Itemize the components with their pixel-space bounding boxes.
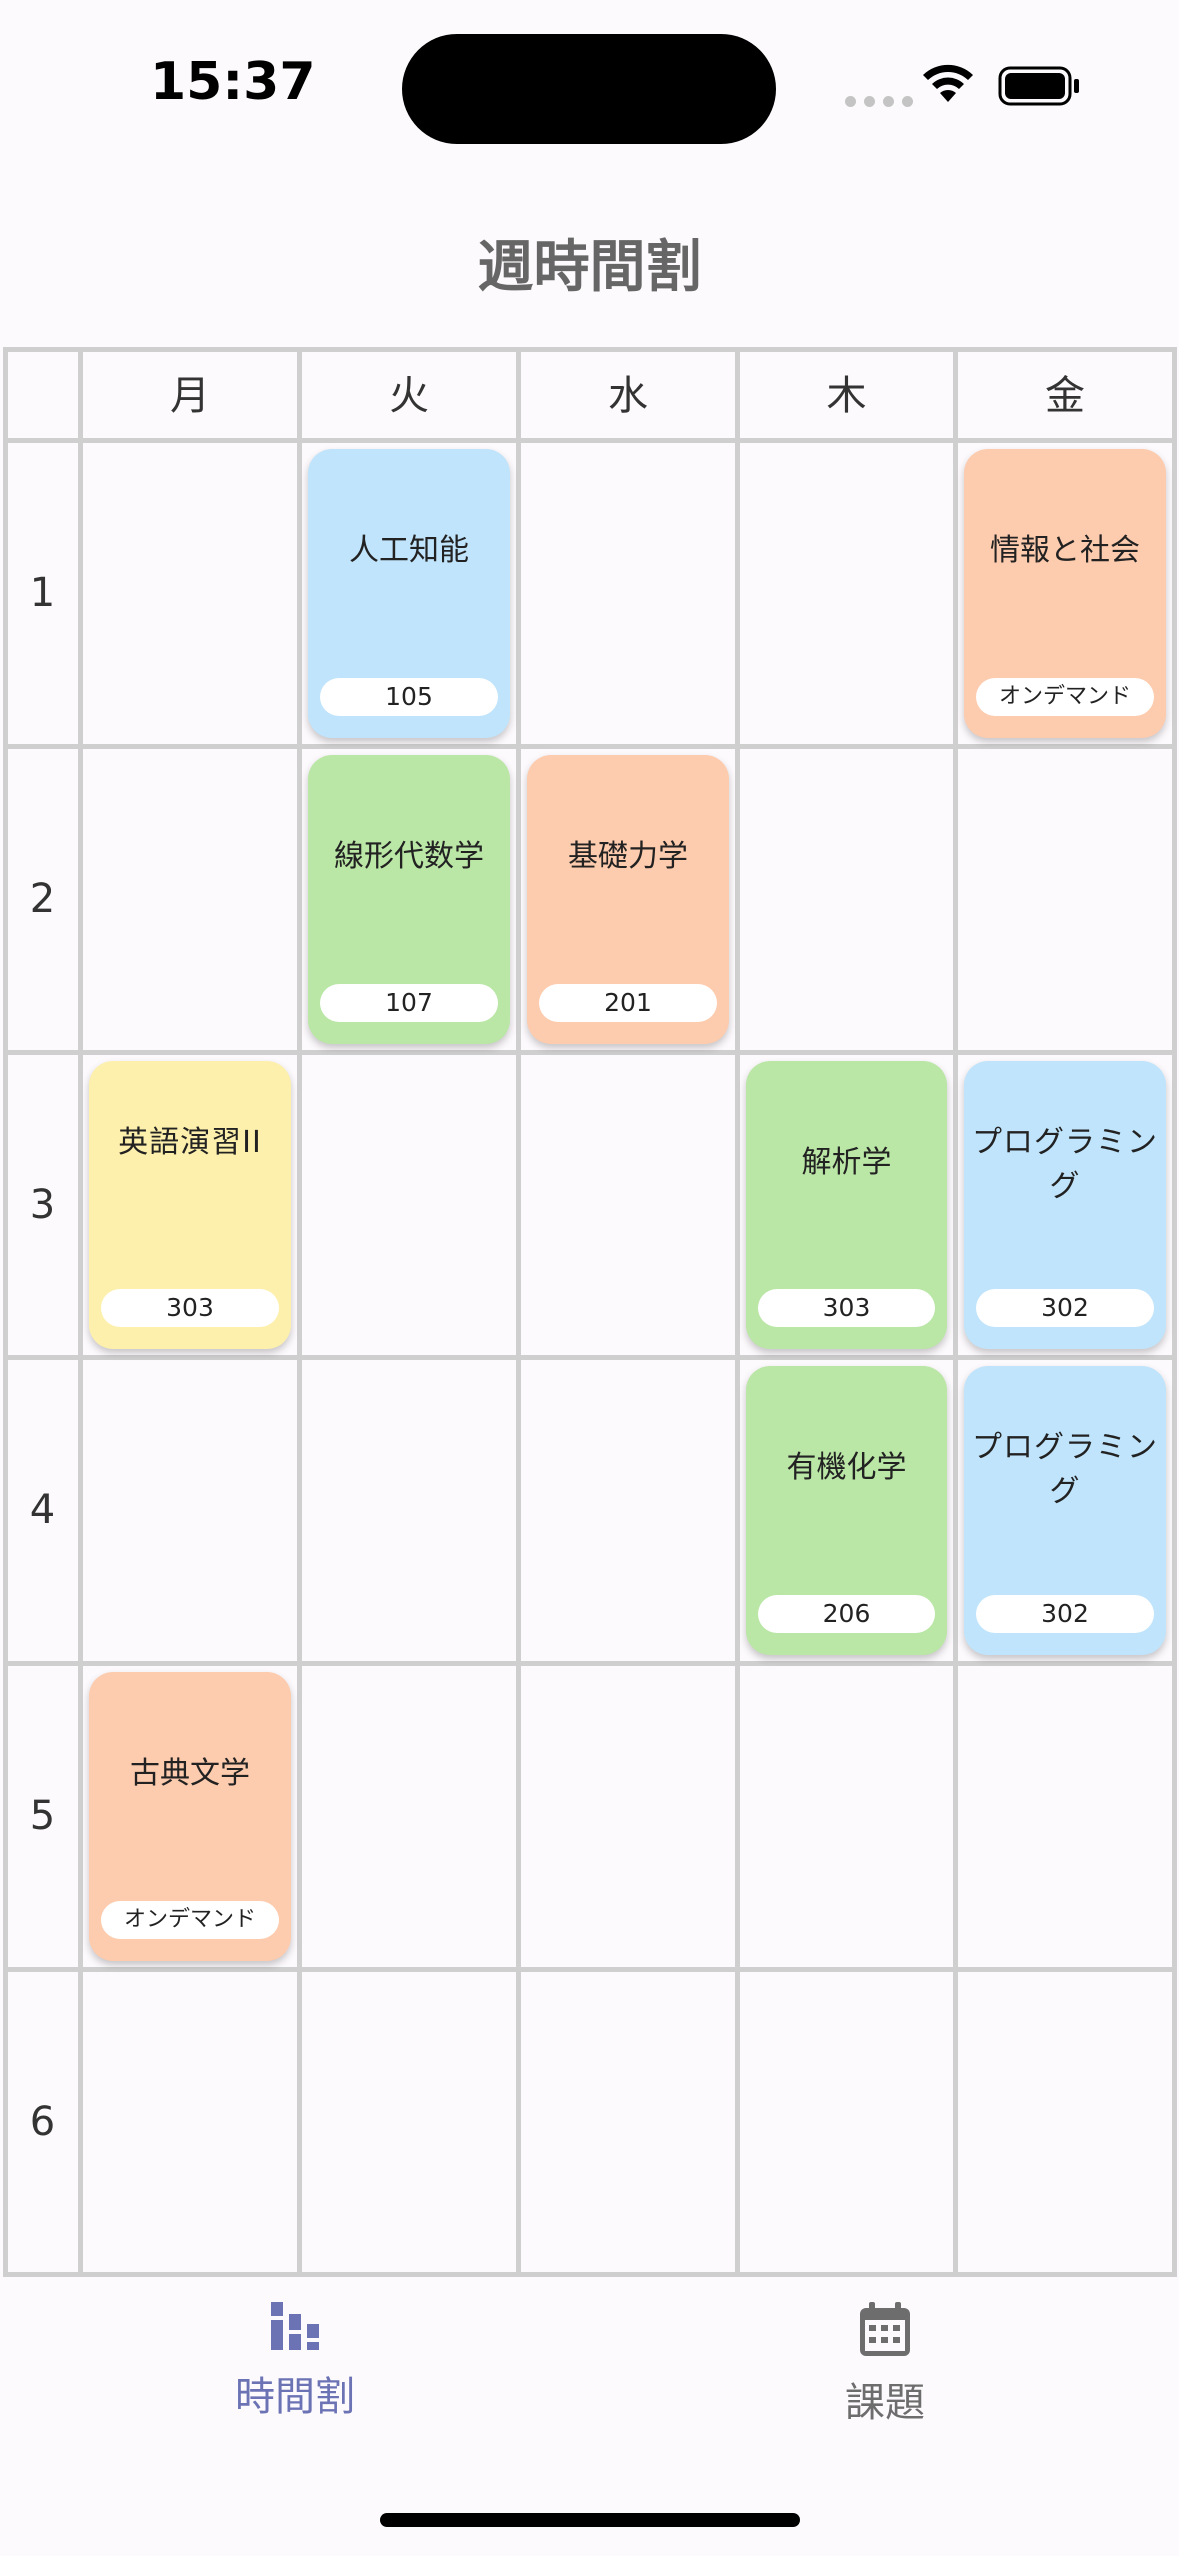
course-name: 英語演習II bbox=[118, 1125, 262, 1160]
calendar-icon bbox=[860, 2302, 910, 2356]
grid-line-horizontal bbox=[3, 2272, 1177, 2277]
course-name: 古典文学 bbox=[130, 1756, 250, 1791]
course-card[interactable]: プログラミング 302 bbox=[964, 1061, 1166, 1349]
course-card[interactable]: 線形代数学 107 bbox=[308, 755, 510, 1044]
grid-line-horizontal bbox=[3, 1967, 1177, 1972]
tab-assignments-label: 課題 bbox=[845, 2380, 925, 2426]
grid-line-vertical bbox=[297, 347, 302, 2277]
course-name: 基礎力学 bbox=[568, 839, 688, 874]
period-label: 3 bbox=[29, 1182, 56, 1228]
home-indicator bbox=[380, 2513, 800, 2527]
course-card[interactable]: 解析学 303 bbox=[746, 1061, 947, 1349]
grid-line-vertical bbox=[1172, 347, 1177, 2277]
wifi-icon bbox=[923, 64, 973, 102]
signal-icon bbox=[845, 96, 913, 107]
grid-line-horizontal bbox=[3, 1355, 1177, 1360]
battery-icon bbox=[998, 66, 1079, 106]
course-name: 人工知能 bbox=[349, 533, 469, 568]
room-badge: 206 bbox=[758, 1595, 935, 1633]
course-card[interactable]: プログラミング 302 bbox=[964, 1366, 1166, 1655]
course-card[interactable]: 有機化学 206 bbox=[746, 1366, 947, 1655]
tab-timetable[interactable]: 時間割 bbox=[175, 2300, 415, 2422]
room-badge: 303 bbox=[101, 1289, 279, 1327]
bar-chart-icon bbox=[271, 2302, 319, 2350]
day-header: 金 bbox=[1045, 373, 1085, 419]
room-badge: 105 bbox=[320, 678, 498, 716]
period-label: 4 bbox=[29, 1487, 56, 1533]
course-name: 線形代数学 bbox=[334, 839, 484, 874]
room-badge: 302 bbox=[976, 1289, 1154, 1327]
course-card[interactable]: 基礎力学 201 bbox=[527, 755, 729, 1044]
course-card[interactable]: 古典文学オンデマンド bbox=[89, 1672, 291, 1961]
period-label: 2 bbox=[29, 876, 56, 922]
course-name: プログラミング bbox=[972, 1430, 1158, 1509]
tab-assignments[interactable]: 課題 bbox=[765, 2300, 1005, 2428]
course-name: 有機化学 bbox=[786, 1450, 907, 1485]
course-card[interactable]: 人工知能 105 bbox=[308, 449, 510, 738]
day-header: 水 bbox=[608, 373, 648, 419]
dynamic-island bbox=[402, 34, 776, 144]
grid-line-vertical bbox=[735, 347, 740, 2277]
day-header: 木 bbox=[826, 373, 867, 419]
course-name: 解析学 bbox=[801, 1145, 892, 1180]
grid-line-horizontal bbox=[3, 1050, 1177, 1055]
grid-line-vertical bbox=[516, 347, 521, 2277]
room-badge: 201 bbox=[539, 984, 717, 1022]
status-time: 15:37 bbox=[150, 52, 316, 112]
course-name: プログラミング bbox=[972, 1125, 1158, 1204]
period-label: 1 bbox=[29, 570, 56, 616]
room-badge: 303 bbox=[758, 1289, 935, 1327]
grid-line-horizontal bbox=[3, 1661, 1177, 1666]
room-badge: オンデマンド bbox=[976, 678, 1154, 716]
course-card[interactable]: 英語演習II 303 bbox=[89, 1061, 291, 1349]
page-title: 週時間割 bbox=[477, 235, 702, 300]
grid-line-vertical bbox=[953, 347, 958, 2277]
room-badge: 107 bbox=[320, 984, 498, 1022]
course-card[interactable]: 情報と社会オンデマンド bbox=[964, 449, 1166, 738]
grid-line-horizontal bbox=[3, 744, 1177, 749]
course-name: 情報と社会 bbox=[990, 533, 1140, 568]
day-header: 火 bbox=[389, 373, 429, 419]
room-badge: オンデマンド bbox=[101, 1901, 279, 1939]
tab-timetable-label: 時間割 bbox=[235, 2374, 355, 2420]
period-label: 6 bbox=[29, 2099, 56, 2145]
room-badge: 302 bbox=[976, 1595, 1154, 1633]
day-header: 月 bbox=[170, 373, 210, 419]
period-label: 5 bbox=[29, 1793, 56, 1839]
